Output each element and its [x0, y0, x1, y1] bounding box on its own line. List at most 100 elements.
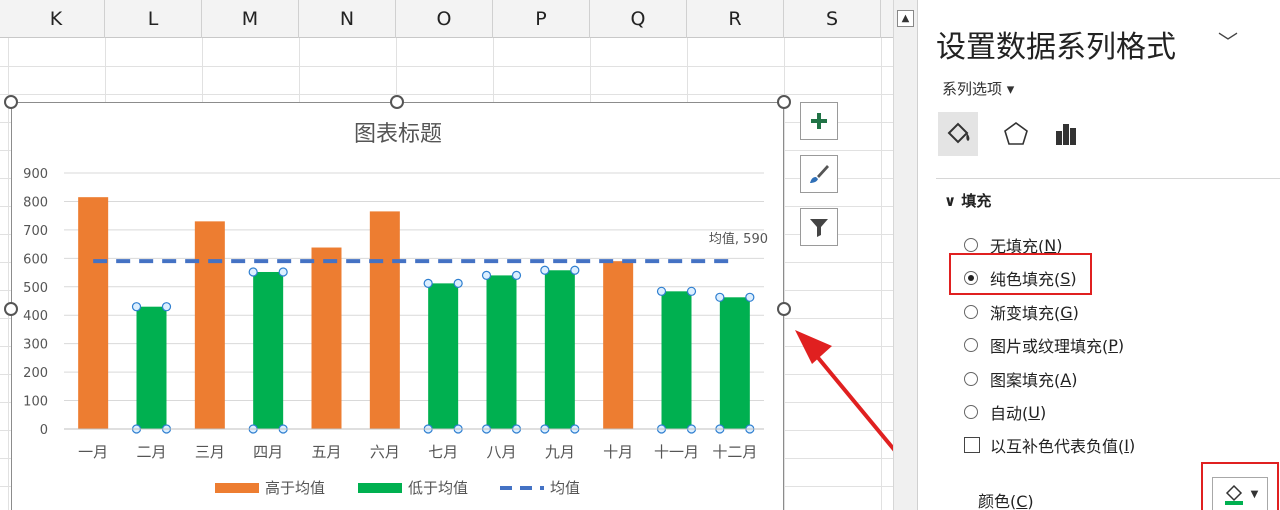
checkbox-box[interactable] [964, 437, 980, 453]
y-tick-label: 600 [23, 252, 48, 267]
chevron-down-icon: ∨ [944, 192, 962, 210]
fill-option-paren: ) [1072, 302, 1079, 322]
vertical-scrollbar[interactable]: ▲ [893, 0, 917, 510]
y-tick-label: 800 [23, 195, 48, 210]
average-data-label: 均值, 590 [709, 231, 768, 247]
bar-selection-handle [161, 302, 172, 312]
column-header-q[interactable]: Q [590, 0, 687, 38]
legend-swatch-below [358, 483, 402, 493]
x-tick-label: 十二月 [712, 443, 757, 461]
column-header-s[interactable]: S [784, 0, 881, 38]
bar-selection-handle [248, 267, 258, 277]
resize-handle-top[interactable] [390, 95, 404, 109]
legend-label-average: 均值 [550, 479, 580, 497]
fill-option-hotkey: G [1060, 302, 1073, 322]
radio-button[interactable] [964, 405, 978, 419]
column-header-n[interactable]: N [299, 0, 396, 38]
fill-option-5[interactable]: 自动(U) [964, 400, 1046, 424]
bar-chart-icon [1056, 124, 1076, 145]
effects-tab[interactable] [996, 112, 1036, 156]
column-header-k[interactable]: K [8, 0, 105, 38]
column-header-p[interactable]: P [493, 0, 590, 38]
bar-selection-handle [423, 278, 433, 288]
x-tick-label: 六月 [370, 443, 400, 461]
fill-option-label: 图片或纹理填充( [990, 337, 1109, 356]
paintbrush-icon [810, 165, 829, 183]
highlight-solid-fill [949, 253, 1092, 295]
fill-option-paren: ) [1071, 369, 1078, 389]
x-tick-label: 九月 [545, 443, 575, 461]
bar-above-4 [311, 247, 342, 429]
red-arrow-annotation [795, 330, 893, 452]
pane-divider [936, 178, 1280, 179]
bar-below-10 [661, 291, 692, 429]
series-options-tab[interactable] [1046, 112, 1086, 156]
legend-label-above: 高于均值 [265, 479, 325, 497]
bar-below-3 [253, 271, 284, 429]
fill-option-paren: ) [1056, 235, 1063, 255]
pentagon-icon [1004, 122, 1028, 145]
fill-option-hotkey: N [1044, 235, 1057, 255]
chart-styles-button[interactable] [800, 155, 838, 193]
column-header-o[interactable]: O [396, 0, 493, 38]
spreadsheet-grid[interactable]: KLMNOPQRS 图表标题 0 100 200 300 400 500 600 700 800 9… [0, 0, 893, 510]
resize-handle-left[interactable] [4, 302, 18, 316]
format-data-series-pane: 设置数据系列格式 ﹀ 系列选项 ▾ ∨ 填充 无填充(N) 纯色填充(S) 渐变填充… [917, 0, 1280, 510]
bar-below-1 [136, 306, 167, 429]
fill-option-3[interactable]: 图片或纹理填充(P) [964, 333, 1124, 357]
column-header-m[interactable]: M [202, 0, 299, 38]
fill-option-paren: ) [1039, 402, 1047, 422]
bar-above-2 [194, 221, 225, 429]
bar-selection-handle [686, 286, 697, 296]
x-tick-label: 七月 [428, 443, 458, 461]
bar-above-9 [603, 261, 634, 429]
series-options-dropdown[interactable]: 系列选项 ▾ [942, 78, 1014, 99]
legend-swatch-above [215, 483, 259, 493]
bar-selection-handle [278, 267, 288, 277]
bar-above-0 [78, 197, 109, 429]
y-tick-label: 300 [23, 338, 48, 353]
resize-handle-top-left[interactable] [4, 95, 18, 109]
chevron-down-icon[interactable]: ﹀ [1218, 26, 1238, 55]
x-tick-label: 三月 [195, 443, 225, 461]
fill-line-tab[interactable] [938, 112, 978, 156]
resize-handle-top-right[interactable] [777, 95, 791, 109]
resize-handle-right[interactable] [777, 302, 791, 316]
radio-button[interactable] [964, 305, 978, 319]
fill-option-paren: ) [1117, 335, 1125, 355]
fill-option-4[interactable]: 图案填充(A) [964, 367, 1077, 391]
column-header-l[interactable]: L [105, 0, 202, 38]
y-tick-label: 500 [23, 281, 48, 296]
grid-line-horizontal [0, 66, 893, 67]
color-hotkey: C [1016, 492, 1028, 510]
y-tick-label: 900 [23, 167, 48, 182]
plus-icon [811, 113, 827, 129]
y-tick-label: 700 [23, 224, 48, 239]
color-label: 颜色(C) [978, 492, 1034, 510]
radio-button[interactable] [964, 372, 978, 386]
x-tick-label: 十一月 [654, 443, 699, 461]
chart-elements-button[interactable] [800, 102, 838, 140]
filter-icon [810, 219, 828, 237]
invert-if-negative-checkbox[interactable]: 以互补色代表负值(I) [964, 433, 1135, 457]
chart-area[interactable]: 图表标题 0 100 200 300 400 500 600 700 800 900 一月 二月 三月 四月… [11, 102, 784, 510]
paint-bucket-icon [947, 122, 970, 144]
bar-selection-handle [481, 270, 492, 280]
bar-chart: 图表标题 0 100 200 300 400 500 600 700 800 900 一月 二月 三月 四月… [23, 122, 768, 497]
x-tick-label: 五月 [311, 443, 341, 461]
fill-option-hotkey: U [1028, 402, 1040, 422]
fill-option-hotkey: P [1108, 335, 1118, 355]
radio-button[interactable] [964, 338, 978, 352]
fill-option-label: 图案填充( [990, 371, 1061, 390]
fill-option-2[interactable]: 渐变填充(G) [964, 300, 1079, 324]
column-header-r[interactable]: R [687, 0, 784, 38]
column-header-row: KLMNOPQRS [0, 0, 893, 38]
chart-filters-button[interactable] [800, 208, 838, 246]
bar-selection-handle [745, 292, 755, 302]
fill-section-header[interactable]: ∨ 填充 [944, 190, 991, 211]
scroll-up-arrow-icon[interactable]: ▲ [897, 10, 914, 27]
bar-selection-handle [715, 292, 725, 302]
color-label-text: 颜色( [978, 492, 1017, 510]
radio-button[interactable] [964, 238, 978, 252]
bar-selection-handle [511, 270, 522, 280]
